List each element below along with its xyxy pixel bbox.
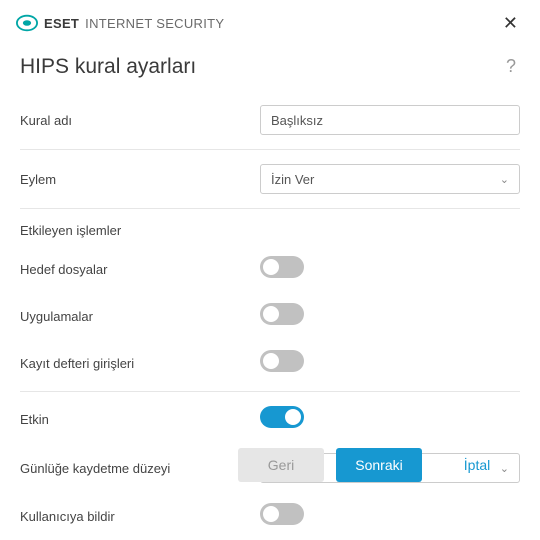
active-toggle[interactable] bbox=[260, 406, 304, 428]
next-button[interactable]: Sonraki bbox=[336, 448, 422, 482]
row-applications: Uygulamalar bbox=[20, 293, 520, 340]
label-active: Etkin bbox=[20, 412, 260, 427]
brand-light: INTERNET SECURITY bbox=[85, 16, 224, 31]
label-action: Eylem bbox=[20, 172, 260, 187]
section-affecting: Etkileyen işlemler bbox=[20, 213, 520, 246]
row-target-files: Hedef dosyalar bbox=[20, 246, 520, 293]
registry-toggle[interactable] bbox=[260, 350, 304, 372]
close-button[interactable]: ✕ bbox=[497, 10, 524, 36]
divider bbox=[20, 208, 520, 209]
label-rule-name: Kural adı bbox=[20, 113, 260, 128]
brand-bold: ESET bbox=[44, 16, 79, 31]
notify-user-toggle[interactable] bbox=[260, 503, 304, 525]
brand: ESET INTERNET SECURITY bbox=[16, 12, 224, 34]
rule-name-input[interactable] bbox=[260, 105, 520, 135]
back-button[interactable]: Geri bbox=[238, 448, 324, 482]
row-registry: Kayıt defteri girişleri bbox=[20, 340, 520, 387]
row-action: Eylem İzin Ver ⌄ bbox=[20, 154, 520, 204]
label-applications: Uygulamalar bbox=[20, 309, 260, 324]
window-header: ESET INTERNET SECURITY ✕ bbox=[0, 0, 540, 46]
chevron-down-icon: ⌄ bbox=[500, 173, 509, 186]
label-registry: Kayıt defteri girişleri bbox=[20, 356, 260, 371]
label-target-files: Hedef dosyalar bbox=[20, 262, 260, 277]
divider bbox=[20, 391, 520, 392]
cancel-button[interactable]: İptal bbox=[434, 448, 520, 482]
eset-logo-icon bbox=[16, 12, 38, 34]
divider bbox=[20, 149, 520, 150]
row-notify-user: Kullanıcıya bildir bbox=[20, 493, 520, 540]
help-button[interactable]: ? bbox=[502, 52, 520, 81]
action-select-value: İzin Ver bbox=[271, 172, 314, 187]
title-row: HIPS kural ayarları ? bbox=[0, 46, 540, 95]
page-title: HIPS kural ayarları bbox=[20, 55, 196, 79]
footer: Geri Sonraki İptal bbox=[0, 432, 540, 500]
applications-toggle[interactable] bbox=[260, 303, 304, 325]
label-notify-user: Kullanıcıya bildir bbox=[20, 509, 260, 524]
action-select[interactable]: İzin Ver ⌄ bbox=[260, 164, 520, 194]
row-rule-name: Kural adı bbox=[20, 95, 520, 145]
target-files-toggle[interactable] bbox=[260, 256, 304, 278]
